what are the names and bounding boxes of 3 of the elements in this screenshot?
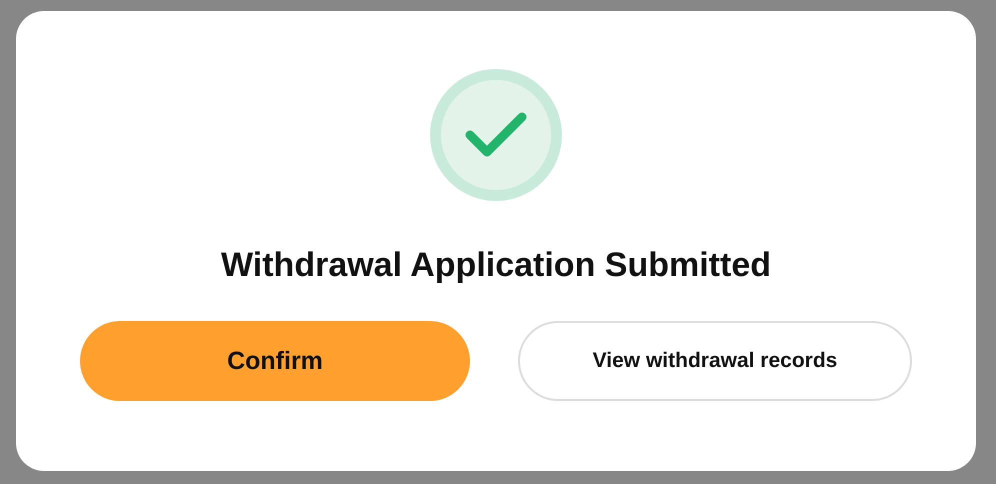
confirm-button[interactable]: Confirm: [80, 321, 470, 401]
dialog-title: Withdrawal Application Submitted: [221, 245, 771, 286]
records-button[interactable]: View withdrawal records: [518, 321, 912, 401]
